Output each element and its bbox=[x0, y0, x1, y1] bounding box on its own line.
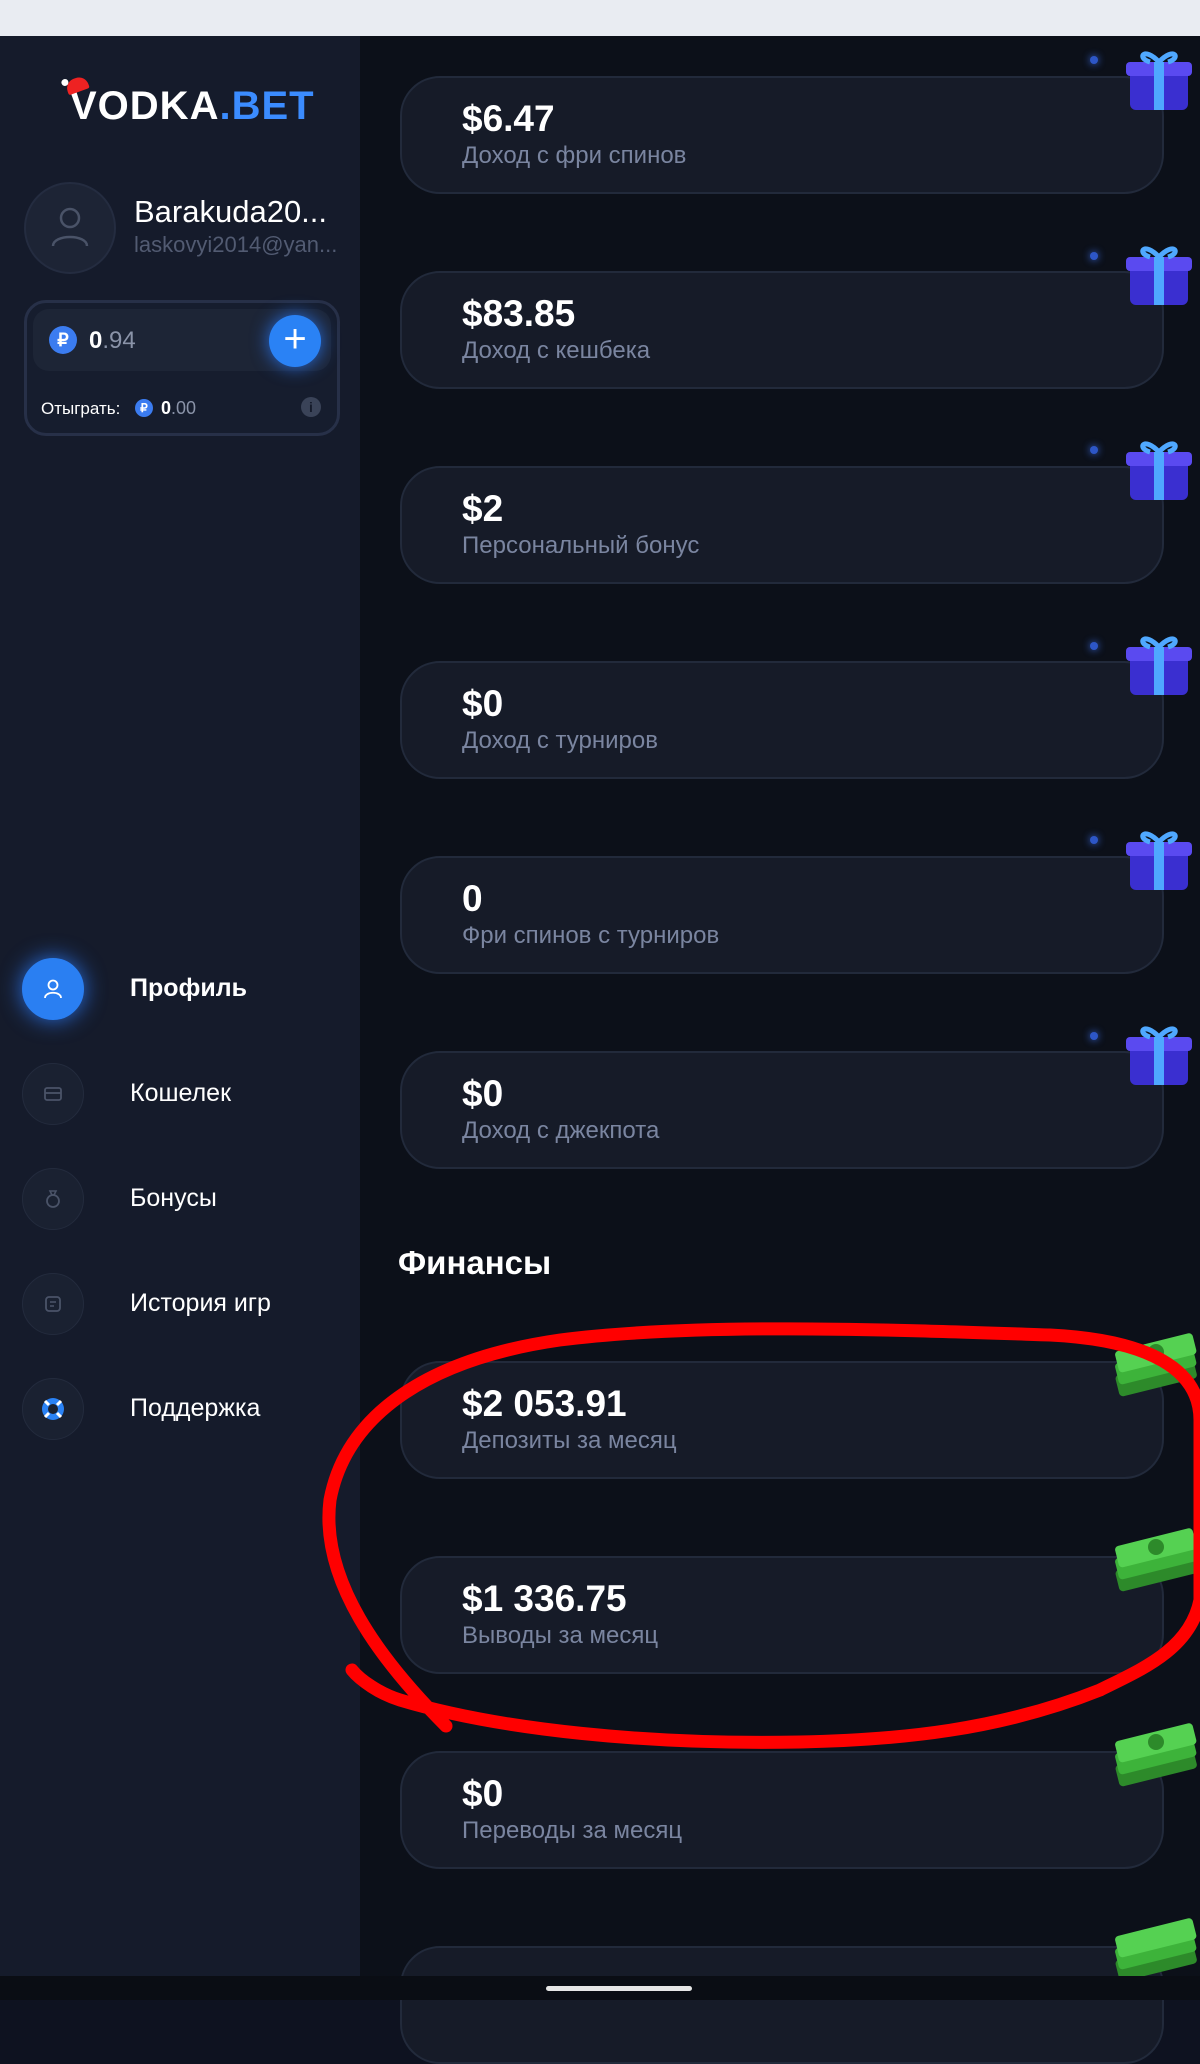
gift-box-icon bbox=[1126, 51, 1192, 110]
finance-card-transfers: $0 Переводы за месяц bbox=[400, 1751, 1164, 1869]
wallet-icon bbox=[22, 1063, 84, 1125]
cash-stack-icon bbox=[1115, 1333, 1197, 1397]
sidebar-item-label: Профиль bbox=[130, 974, 248, 1002]
finance-card-withdrawals: $1 336.75 Выводы за месяц bbox=[400, 1556, 1164, 1674]
card-value: $83.85 bbox=[462, 293, 576, 334]
finance-card-deposits: $2 053.91 Депозиты за месяц bbox=[400, 1361, 1164, 1479]
device-status-bar bbox=[0, 0, 1200, 36]
card-label: Доход с джекпота bbox=[462, 1117, 660, 1144]
gift-box-icon bbox=[1126, 831, 1192, 890]
card-label: Выводы за месяц bbox=[462, 1622, 659, 1649]
card-value: $6.47 bbox=[462, 98, 555, 139]
card-value: $1 336.75 bbox=[462, 1578, 627, 1619]
card-value: 0 bbox=[462, 878, 483, 919]
card-label: Персональный бонус bbox=[462, 532, 700, 559]
bonus-card-tournament-income: $0 Доход с турниров bbox=[400, 661, 1164, 779]
sidebar-item-wallet[interactable]: Кошелек bbox=[22, 1063, 342, 1125]
card-label: Депозиты за месяц bbox=[462, 1427, 677, 1454]
finance-card-partial bbox=[400, 1946, 1164, 2064]
sidebar-item-label: Бонусы bbox=[130, 1184, 217, 1212]
brand-logo[interactable]: VODKA.BET bbox=[64, 74, 315, 129]
gift-box-icon bbox=[1126, 1026, 1192, 1085]
user-email: laskovyi2014@yan... bbox=[134, 232, 338, 257]
sparkle-decoration bbox=[1090, 836, 1098, 844]
sidebar-item-label: Поддержка bbox=[130, 1394, 261, 1422]
ruble-coin-icon: ₽ bbox=[49, 326, 77, 354]
logo-text: VODKA bbox=[70, 84, 220, 128]
balance-row: ₽ 0.94 + bbox=[33, 309, 331, 371]
gift-box-icon bbox=[1126, 246, 1192, 305]
deposit-button[interactable]: + bbox=[269, 315, 321, 367]
bonus-card-freespins-income: $6.47 Доход с фри спинов bbox=[400, 76, 1164, 194]
bonus-card-tournament-freespins: 0 Фри спинов с турниров bbox=[400, 856, 1164, 974]
avatar[interactable] bbox=[24, 182, 116, 274]
money-bag-icon bbox=[22, 1168, 84, 1230]
lifebuoy-icon bbox=[22, 1378, 84, 1440]
ruble-coin-icon: ₽ bbox=[135, 399, 153, 417]
cash-stack-icon bbox=[1115, 1918, 1197, 1982]
wager-value: 0.00 bbox=[161, 398, 197, 418]
card-label: Доход с турниров bbox=[462, 727, 658, 754]
sidebar-item-support[interactable]: Поддержка bbox=[22, 1378, 342, 1440]
card-label: Доход с фри спинов bbox=[462, 142, 687, 169]
sidebar-item-profile[interactable]: Профиль bbox=[22, 958, 342, 1020]
sparkle-decoration bbox=[1090, 252, 1098, 260]
history-icon bbox=[22, 1273, 84, 1335]
logo-suffix: .BET bbox=[219, 84, 315, 128]
card-label: Переводы за месяц bbox=[462, 1817, 683, 1844]
card-value: $2 053.91 bbox=[462, 1383, 627, 1424]
card-value: $0 bbox=[462, 683, 504, 724]
wager-label: Отыграть: bbox=[41, 399, 121, 418]
card-value: $2 bbox=[462, 488, 504, 529]
user-placeholder-icon bbox=[51, 207, 89, 247]
card-label: Фри спинов с турниров bbox=[462, 922, 720, 949]
cash-stack-icon bbox=[1115, 1528, 1197, 1592]
info-icon[interactable]: i bbox=[301, 397, 321, 417]
gift-box-icon bbox=[1126, 636, 1192, 695]
sparkle-decoration bbox=[1090, 56, 1098, 64]
bonus-card-cashback-income: $83.85 Доход с кешбека bbox=[400, 271, 1164, 389]
card-value: $0 bbox=[462, 1073, 504, 1114]
card-label: Доход с кешбека bbox=[462, 337, 651, 364]
bonus-card-personal-bonus: $2 Персональный бонус bbox=[400, 466, 1164, 584]
sidebar-item-label: Кошелек bbox=[130, 1079, 232, 1107]
sidebar: VODKA.BET Barakuda20... laskovyi2014@yan… bbox=[0, 36, 360, 1976]
balance-card: ₽ 0.94 + Отыграть: ₽ 0.00 i bbox=[24, 300, 340, 436]
section-title-finance: Финансы bbox=[398, 1244, 552, 1281]
bonus-card-jackpot-income: $0 Доход с джекпота bbox=[400, 1051, 1164, 1169]
cash-stack-icon bbox=[1115, 1723, 1197, 1787]
sidebar-item-game-history[interactable]: История игр bbox=[22, 1273, 342, 1335]
username: Barakuda20... bbox=[134, 194, 328, 229]
balance-value: 0.94 bbox=[89, 327, 136, 354]
sparkle-decoration bbox=[1090, 642, 1098, 650]
sparkle-decoration bbox=[1090, 446, 1098, 454]
gift-box-icon bbox=[1126, 441, 1192, 500]
home-indicator[interactable] bbox=[546, 1986, 692, 1991]
sidebar-item-label: История игр bbox=[130, 1289, 271, 1317]
card-value: $0 bbox=[462, 1773, 504, 1814]
sparkle-decoration bbox=[1090, 1032, 1098, 1040]
user-icon bbox=[22, 958, 84, 1020]
sidebar-item-bonuses[interactable]: Бонусы bbox=[22, 1168, 342, 1230]
